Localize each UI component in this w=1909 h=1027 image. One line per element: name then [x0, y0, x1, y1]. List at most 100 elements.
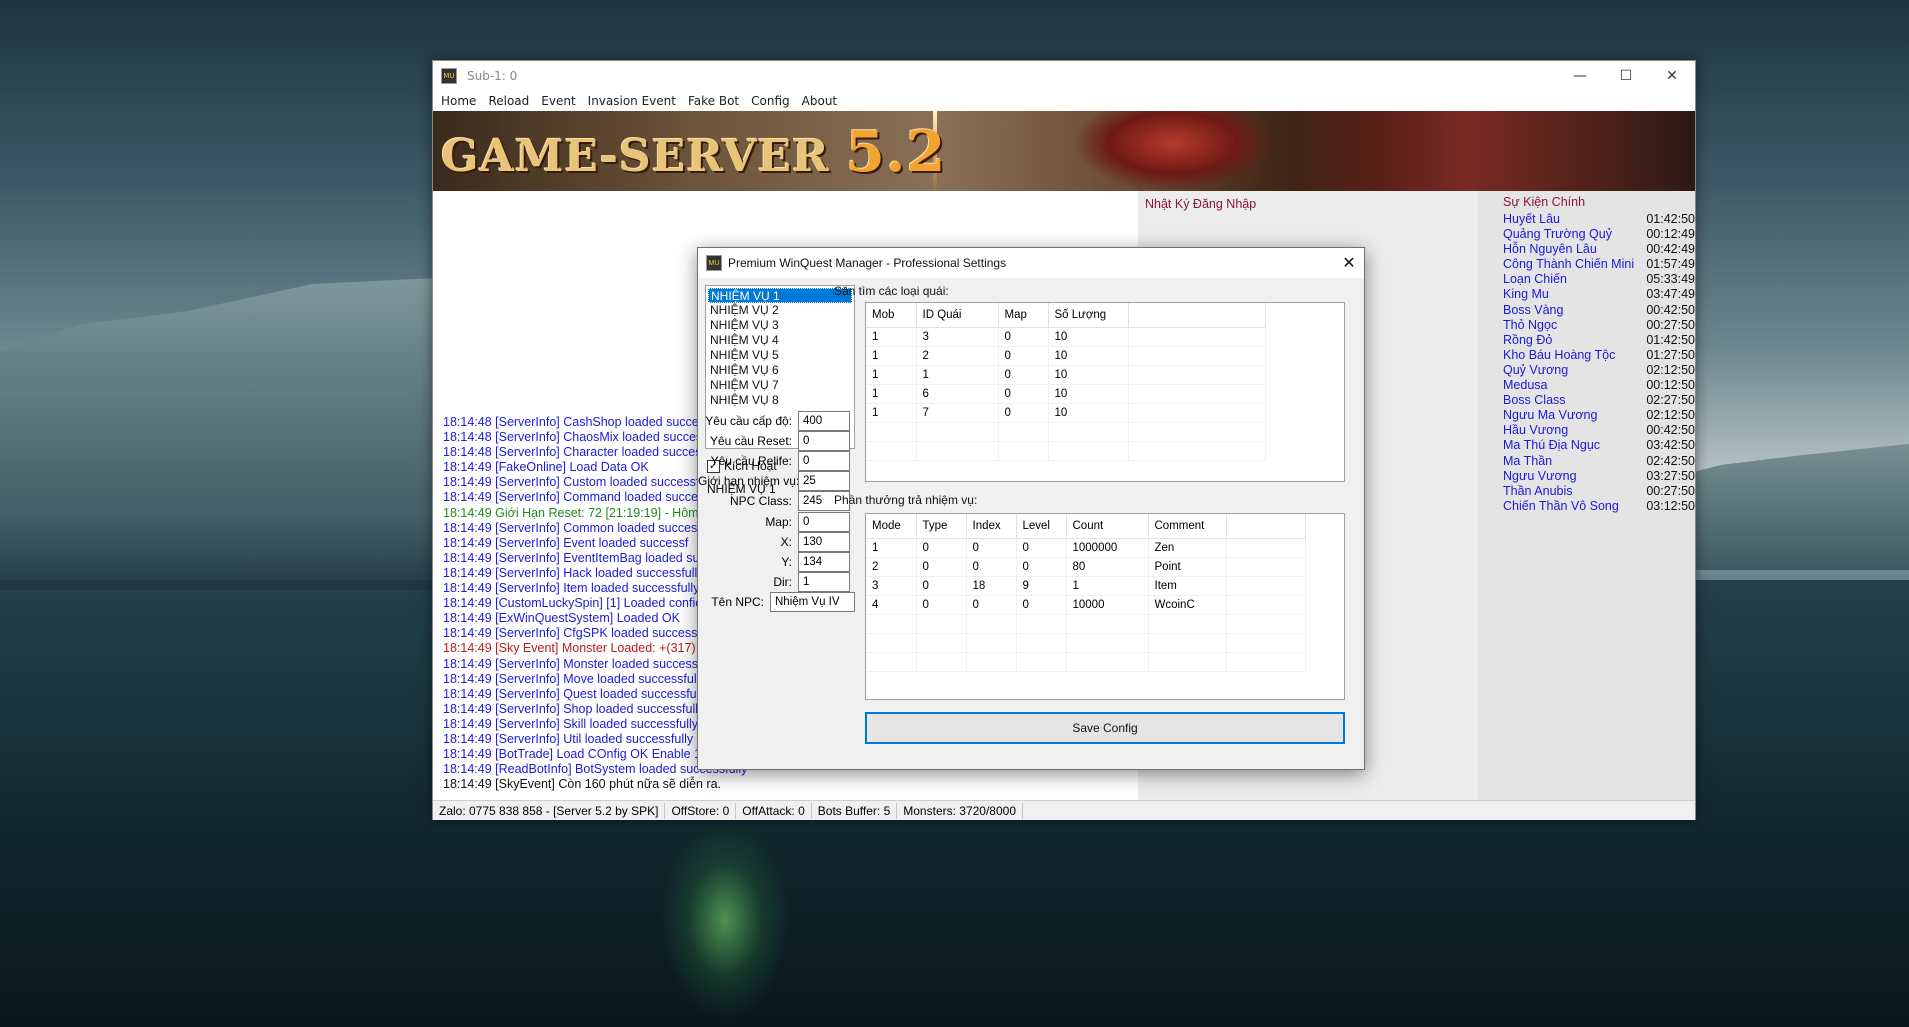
- menu-event[interactable]: Event: [541, 94, 575, 108]
- table-cell[interactable]: 1: [866, 346, 917, 366]
- table-row[interactable]: 1 6 0 10: [866, 384, 1266, 404]
- dialog-close-button[interactable]: ✕: [1334, 253, 1364, 273]
- table-cell[interactable]: [1148, 614, 1227, 634]
- table-cell[interactable]: 3: [916, 327, 999, 347]
- table-row[interactable]: 1 2 0 10: [866, 346, 1266, 366]
- table-cell[interactable]: 10: [1048, 346, 1129, 366]
- minimize-button[interactable]: —: [1557, 61, 1603, 91]
- table-cell[interactable]: 9: [1016, 576, 1067, 596]
- table-cell[interactable]: 0: [998, 346, 1049, 366]
- quest-list-item[interactable]: NHIỆM VỤ 7: [708, 378, 852, 393]
- table-cell[interactable]: [1128, 365, 1266, 385]
- table-cell[interactable]: 1: [866, 327, 917, 347]
- table-cell[interactable]: 4: [866, 595, 917, 615]
- table-row[interactable]: 4 0 0 0 10000 WcoinC: [866, 595, 1306, 615]
- main-titlebar[interactable]: MU Sub-1: 0 — ☐ ✕: [433, 61, 1695, 91]
- table-cell[interactable]: [1128, 403, 1266, 423]
- table-row[interactable]: 3 0 18 9 1 Item: [866, 576, 1306, 596]
- table-cell[interactable]: [966, 652, 1017, 672]
- quest-list-item[interactable]: NHIỆM VỤ 8: [708, 393, 852, 408]
- table-cell[interactable]: [1066, 652, 1149, 672]
- table-cell[interactable]: 7: [916, 403, 999, 423]
- table-cell[interactable]: 10: [1048, 384, 1129, 404]
- table-cell[interactable]: 1: [1066, 576, 1149, 596]
- table-cell[interactable]: 1: [866, 365, 917, 385]
- grid-column-header[interactable]: Mob: [866, 303, 917, 328]
- table-cell[interactable]: [1226, 576, 1306, 596]
- table-cell[interactable]: [1226, 614, 1306, 634]
- table-cell[interactable]: Point: [1148, 557, 1227, 577]
- table-cell[interactable]: 0: [916, 557, 967, 577]
- table-cell[interactable]: [866, 633, 917, 653]
- table-cell[interactable]: 0: [1016, 595, 1067, 615]
- grid-column-header[interactable]: ID Quái: [916, 303, 999, 328]
- table-cell[interactable]: 3: [866, 576, 917, 596]
- quest-list-item[interactable]: NHIỆM VỤ 2: [708, 303, 852, 318]
- table-cell[interactable]: 2: [916, 346, 999, 366]
- menu-about[interactable]: About: [802, 94, 837, 108]
- table-cell[interactable]: 1: [916, 365, 999, 385]
- table-cell[interactable]: [1128, 384, 1266, 404]
- table-cell[interactable]: 18: [966, 576, 1017, 596]
- table-cell[interactable]: 0: [1016, 557, 1067, 577]
- table-cell[interactable]: [866, 652, 917, 672]
- table-cell[interactable]: [1226, 595, 1306, 615]
- grid-column-header[interactable]: Count: [1066, 514, 1149, 539]
- grid-column-header[interactable]: Index: [966, 514, 1017, 539]
- table-cell[interactable]: WcoinC: [1148, 595, 1227, 615]
- table-cell[interactable]: [1148, 633, 1227, 653]
- reward-grid[interactable]: Mode Type Index Level Count Comment 1 0 0 0 100000…: [865, 513, 1345, 700]
- table-cell[interactable]: 0: [998, 365, 1049, 385]
- table-cell[interactable]: 0: [916, 538, 967, 558]
- table-cell[interactable]: 0: [966, 538, 1017, 558]
- table-cell[interactable]: [1048, 441, 1129, 461]
- field-input[interactable]: [798, 471, 850, 492]
- quest-list-item[interactable]: NHIỆM VỤ 5: [708, 348, 852, 363]
- table-cell[interactable]: [866, 422, 917, 442]
- table-cell[interactable]: Zen: [1148, 538, 1227, 558]
- table-cell[interactable]: [1128, 327, 1266, 347]
- table-cell[interactable]: [1016, 652, 1067, 672]
- table-cell[interactable]: [1066, 614, 1149, 634]
- field-input[interactable]: [798, 450, 850, 471]
- table-cell[interactable]: [1226, 652, 1306, 672]
- field-input[interactable]: [798, 511, 850, 532]
- grid-column-header[interactable]: Comment: [1148, 514, 1227, 539]
- table-row[interactable]: [866, 633, 1306, 653]
- quest-list-item[interactable]: NHIỆM VỤ 6: [708, 363, 852, 378]
- grid-column-header[interactable]: [1226, 514, 1306, 539]
- table-cell[interactable]: 0: [966, 595, 1017, 615]
- dialog-titlebar[interactable]: MU Premium WinQuest Manager - Profession…: [698, 248, 1364, 278]
- table-cell[interactable]: [1016, 614, 1067, 634]
- table-cell[interactable]: 0: [916, 595, 967, 615]
- table-row[interactable]: 1 0 0 0 1000000 Zen: [866, 538, 1306, 558]
- table-cell[interactable]: [1048, 422, 1129, 442]
- table-cell[interactable]: [916, 614, 967, 634]
- menu-home[interactable]: Home: [441, 94, 476, 108]
- table-row[interactable]: 1 7 0 10: [866, 403, 1266, 423]
- table-cell[interactable]: 10: [1048, 403, 1129, 423]
- table-row[interactable]: [866, 614, 1306, 634]
- table-row[interactable]: 1 1 0 10: [866, 365, 1266, 385]
- table-cell[interactable]: 0: [998, 384, 1049, 404]
- table-cell[interactable]: [916, 422, 999, 442]
- table-cell[interactable]: [966, 633, 1017, 653]
- mob-grid[interactable]: Mob ID Quái Map Số Lượng 1 3 0 10 1 2 0 10 1 1 0 10 1 6 0 1…: [865, 302, 1345, 482]
- table-cell[interactable]: 1: [866, 538, 917, 558]
- table-row[interactable]: 1 3 0 10: [866, 327, 1266, 347]
- menu-reload[interactable]: Reload: [488, 94, 529, 108]
- grid-column-header[interactable]: Map: [998, 303, 1049, 328]
- table-cell[interactable]: [1226, 633, 1306, 653]
- table-cell[interactable]: 2: [866, 557, 917, 577]
- quest-list-item[interactable]: NHIỆM VỤ 1: [708, 288, 852, 303]
- table-cell[interactable]: [916, 633, 967, 653]
- field-input[interactable]: [798, 572, 850, 593]
- table-cell[interactable]: 0: [998, 327, 1049, 347]
- field-input[interactable]: [798, 430, 850, 451]
- quest-list-item[interactable]: NHIỆM VỤ 4: [708, 333, 852, 348]
- table-cell[interactable]: [916, 652, 967, 672]
- table-cell[interactable]: 0: [998, 403, 1049, 423]
- table-cell[interactable]: 0: [916, 576, 967, 596]
- table-cell[interactable]: [866, 441, 917, 461]
- table-cell[interactable]: [866, 614, 917, 634]
